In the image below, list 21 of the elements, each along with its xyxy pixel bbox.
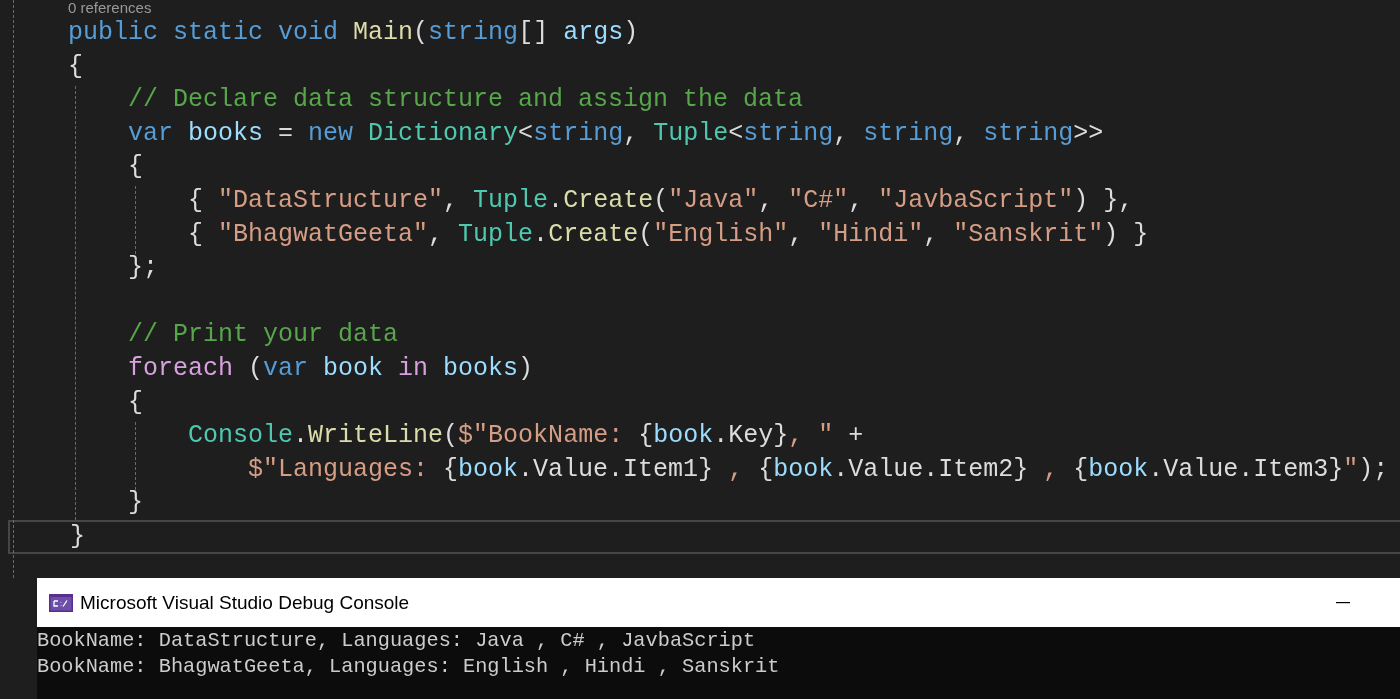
console-title: Microsoft Visual Studio Debug Console	[80, 591, 410, 614]
code-line: {	[127, 386, 144, 419]
code-line: };	[127, 252, 159, 285]
code-line: // Print your data	[127, 319, 400, 352]
code-line: {	[67, 50, 84, 83]
code-line: { "DataStructure", Tuple.Create("Java", "C#", "JavbaScript") },	[187, 184, 1135, 217]
code-line: }	[8, 519, 1400, 554]
code-line: {	[127, 151, 144, 184]
minimize-icon[interactable]	[1336, 601, 1350, 604]
code-line: var books = new Dictionary<string, Tuple<string, string, string>>	[127, 117, 1105, 150]
code-line: public static void Main(string[] args)	[67, 17, 640, 49]
console-output-line: BookName: BhagwatGeeta, Languages: English , Hindi , Sanskrit	[37, 654, 781, 680]
console-app-icon	[49, 593, 73, 612]
code-line: // Declare data structure and assign the data	[127, 84, 805, 117]
code-line: }	[127, 487, 144, 520]
references-codelens[interactable]: 0 references	[0, 0, 1400, 16]
code-line: Console.WriteLine($"BookName: {book.Key}, " +	[187, 420, 865, 453]
code-line: $"Languages: {book.Value.Item1} , {book.Value.Item2} , {book.Value.Item3}");	[247, 453, 1390, 486]
code-line: foreach (var book in books)	[127, 352, 535, 385]
code-line: { "BhagwatGeeta", Tuple.Create("English", "Hindi", "Sanskrit") }	[187, 218, 1150, 251]
console-output-line: BookName: DataStructure, Languages: Java , C# , JavbaScript	[37, 628, 757, 654]
